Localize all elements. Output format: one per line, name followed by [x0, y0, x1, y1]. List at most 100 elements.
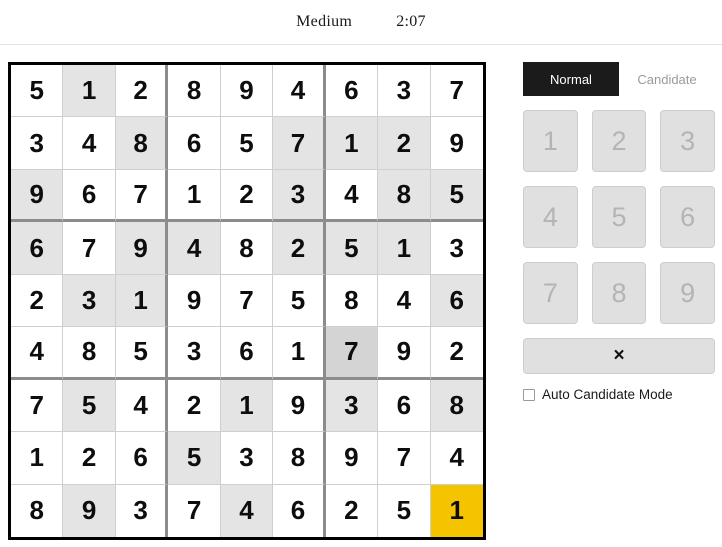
sudoku-cell-r9c3[interactable]: 3 — [115, 484, 169, 537]
sudoku-cell-r5c6[interactable]: 5 — [273, 274, 326, 328]
sudoku-cell-r4c1[interactable]: 6 — [11, 222, 64, 275]
sudoku-cell-r6c6[interactable]: 1 — [273, 327, 326, 380]
sudoku-cell-r6c5[interactable]: 6 — [220, 327, 274, 380]
sudoku-cell-r6c8[interactable]: 9 — [378, 327, 431, 380]
sudoku-cell-r8c4[interactable]: 5 — [168, 432, 221, 485]
sudoku-cell-r5c3[interactable]: 1 — [115, 274, 169, 328]
auto-candidate-row[interactable]: Auto Candidate Mode — [523, 387, 715, 402]
sudoku-cell-r7c8[interactable]: 6 — [378, 379, 431, 433]
sudoku-cell-r9c6[interactable]: 6 — [273, 484, 326, 537]
number-pad[interactable]: 123 456 789 — [523, 110, 715, 324]
sudoku-board[interactable]: 5128946373486571299671234856794825132319… — [11, 65, 483, 537]
sudoku-cell-r5c1[interactable]: 2 — [11, 274, 64, 328]
sudoku-cell-r2c3[interactable]: 8 — [115, 117, 169, 170]
mode-tab-normal[interactable]: Normal — [523, 62, 619, 96]
sudoku-cell-r6c3[interactable]: 5 — [115, 327, 169, 380]
mode-tab-group[interactable]: Normal Candidate — [523, 62, 715, 96]
sudoku-cell-r1c4[interactable]: 8 — [168, 65, 221, 118]
sudoku-cell-r8c1[interactable]: 1 — [11, 432, 64, 485]
sudoku-cell-r7c4[interactable]: 2 — [168, 379, 221, 433]
difficulty-label: Medium — [296, 13, 353, 30]
sudoku-cell-r6c1[interactable]: 4 — [11, 327, 64, 380]
sudoku-cell-r5c8[interactable]: 4 — [378, 274, 431, 328]
sudoku-cell-r3c8[interactable]: 8 — [378, 169, 431, 223]
sudoku-cell-r6c4[interactable]: 3 — [168, 327, 221, 380]
sudoku-cell-r6c9[interactable]: 2 — [430, 327, 483, 380]
control-panel: Normal Candidate 123 456 789 × Auto Candida… — [523, 62, 715, 402]
sudoku-cell-r2c2[interactable]: 4 — [63, 117, 116, 170]
number-button-6[interactable]: 6 — [660, 186, 715, 248]
sudoku-cell-r4c2[interactable]: 7 — [63, 222, 116, 275]
sudoku-cell-r6c2[interactable]: 8 — [63, 327, 116, 380]
auto-candidate-checkbox[interactable] — [523, 388, 535, 401]
sudoku-cell-r8c9[interactable]: 4 — [430, 432, 483, 485]
sudoku-cell-r5c7[interactable]: 8 — [325, 274, 379, 328]
sudoku-cell-r1c5[interactable]: 9 — [220, 65, 274, 118]
sudoku-cell-r5c2[interactable]: 3 — [63, 274, 116, 328]
sudoku-cell-r3c6[interactable]: 3 — [273, 169, 326, 223]
sudoku-cell-r7c5[interactable]: 1 — [220, 379, 274, 433]
sudoku-cell-r4c8[interactable]: 1 — [378, 222, 431, 275]
sudoku-cell-r9c4[interactable]: 7 — [168, 484, 221, 537]
sudoku-cell-r8c5[interactable]: 3 — [220, 432, 274, 485]
sudoku-cell-r1c8[interactable]: 3 — [378, 65, 431, 118]
number-button-2[interactable]: 2 — [591, 110, 647, 172]
sudoku-cell-r9c7[interactable]: 2 — [325, 484, 379, 537]
number-button-9[interactable]: 9 — [660, 262, 715, 324]
sudoku-cell-r7c6[interactable]: 9 — [273, 379, 326, 433]
sudoku-cell-r2c5[interactable]: 5 — [220, 117, 274, 170]
sudoku-cell-r2c8[interactable]: 2 — [378, 117, 431, 170]
sudoku-cell-r7c7[interactable]: 3 — [325, 379, 379, 433]
sudoku-cell-r8c6[interactable]: 8 — [273, 432, 326, 485]
sudoku-cell-r3c7[interactable]: 4 — [325, 169, 379, 223]
sudoku-cell-r7c1[interactable]: 7 — [11, 379, 64, 433]
sudoku-cell-r8c8[interactable]: 7 — [378, 432, 431, 485]
sudoku-cell-r1c9[interactable]: 7 — [430, 65, 483, 118]
sudoku-cell-r4c6[interactable]: 2 — [273, 222, 326, 275]
sudoku-cell-r4c3[interactable]: 9 — [115, 222, 169, 275]
sudoku-cell-r2c6[interactable]: 7 — [273, 117, 326, 170]
sudoku-cell-r2c7[interactable]: 1 — [325, 117, 379, 170]
number-button-7[interactable]: 7 — [523, 262, 578, 324]
mode-tab-candidate[interactable]: Candidate — [619, 62, 715, 96]
sudoku-cell-r3c5[interactable]: 2 — [220, 169, 274, 223]
number-button-3[interactable]: 3 — [660, 110, 715, 172]
sudoku-cell-r3c9[interactable]: 5 — [430, 169, 483, 223]
sudoku-cell-r9c5[interactable]: 4 — [220, 484, 274, 537]
sudoku-cell-r9c9[interactable]: 1 — [430, 484, 483, 537]
sudoku-cell-r2c1[interactable]: 3 — [11, 117, 64, 170]
sudoku-cell-r1c1[interactable]: 5 — [11, 65, 64, 118]
sudoku-cell-r4c5[interactable]: 8 — [220, 222, 274, 275]
sudoku-cell-r5c5[interactable]: 7 — [220, 274, 274, 328]
sudoku-cell-r1c2[interactable]: 1 — [63, 65, 116, 118]
sudoku-cell-r3c4[interactable]: 1 — [168, 169, 221, 223]
sudoku-cell-r3c2[interactable]: 6 — [63, 169, 116, 223]
sudoku-cell-r9c8[interactable]: 5 — [378, 484, 431, 537]
erase-button[interactable]: × — [523, 338, 715, 374]
sudoku-cell-r8c7[interactable]: 9 — [325, 432, 379, 485]
sudoku-cell-r7c2[interactable]: 5 — [63, 379, 116, 433]
sudoku-cell-r1c7[interactable]: 6 — [325, 65, 379, 118]
sudoku-cell-r5c4[interactable]: 9 — [168, 274, 221, 328]
sudoku-cell-r3c3[interactable]: 7 — [115, 169, 169, 223]
sudoku-cell-r7c3[interactable]: 4 — [115, 379, 169, 433]
sudoku-cell-r4c9[interactable]: 3 — [430, 222, 483, 275]
sudoku-cell-r7c9[interactable]: 8 — [430, 379, 483, 433]
number-button-8[interactable]: 8 — [591, 262, 647, 324]
sudoku-cell-r4c7[interactable]: 5 — [325, 222, 379, 275]
sudoku-cell-r9c1[interactable]: 8 — [11, 484, 64, 537]
number-button-5[interactable]: 5 — [591, 186, 647, 248]
sudoku-cell-r8c3[interactable]: 6 — [115, 432, 169, 485]
number-button-4[interactable]: 4 — [523, 186, 578, 248]
sudoku-cell-r8c2[interactable]: 2 — [63, 432, 116, 485]
sudoku-cell-r1c3[interactable]: 2 — [115, 65, 169, 118]
sudoku-cell-r5c9[interactable]: 6 — [430, 274, 483, 328]
sudoku-cell-r6c7[interactable]: 7 — [325, 327, 379, 380]
sudoku-cell-r9c2[interactable]: 9 — [63, 484, 116, 537]
sudoku-cell-r1c6[interactable]: 4 — [273, 65, 326, 118]
sudoku-cell-r3c1[interactable]: 9 — [11, 169, 64, 223]
sudoku-cell-r2c9[interactable]: 9 — [430, 117, 483, 170]
sudoku-cell-r2c4[interactable]: 6 — [168, 117, 221, 170]
number-button-1[interactable]: 1 — [523, 110, 578, 172]
sudoku-cell-r4c4[interactable]: 4 — [168, 222, 221, 275]
